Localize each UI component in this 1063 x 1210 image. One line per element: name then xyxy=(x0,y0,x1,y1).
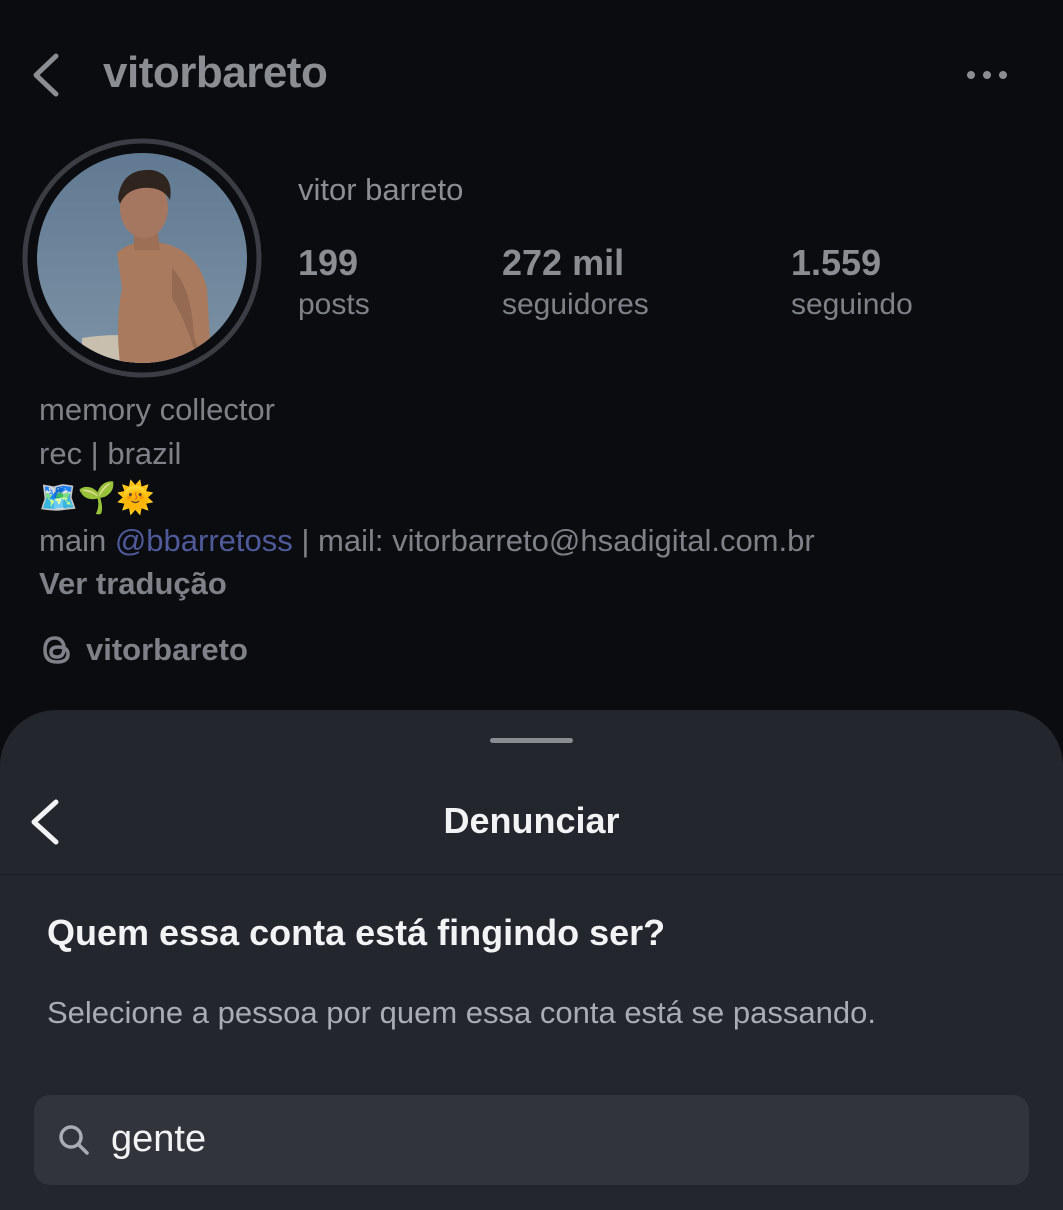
bio-line-1: memory collector xyxy=(39,392,275,427)
mention-link[interactable]: @bbarretoss xyxy=(115,523,293,558)
see-translation-link[interactable]: Ver tradução xyxy=(39,566,227,602)
sheet-divider xyxy=(0,874,1063,875)
sheet-title: Denunciar xyxy=(443,800,620,841)
bio-mail: | mail: vitorbarreto@hsadigital.com.br xyxy=(292,523,815,558)
posts-label[interactable]: posts xyxy=(298,288,370,322)
search-icon xyxy=(56,1122,92,1158)
profile-avatar[interactable] xyxy=(22,138,262,378)
threads-icon xyxy=(43,636,70,664)
more-options-button[interactable] xyxy=(962,60,1012,90)
report-question-heading: Quem essa conta está fingindo ser? xyxy=(47,912,666,953)
bio-contact-line: main @bbarretoss | mail: vitorbarreto@hs… xyxy=(39,523,815,559)
bio-emojis: 🗺️🌱🌞 xyxy=(39,480,155,515)
following-label[interactable]: seguindo xyxy=(791,288,913,322)
threads-link[interactable]: vitorbareto xyxy=(40,630,248,670)
search-input-value[interactable]: gente xyxy=(111,1118,206,1161)
following-count[interactable]: 1.559 xyxy=(791,242,881,284)
posts-count[interactable]: 199 xyxy=(298,242,358,284)
chevron-left-icon xyxy=(33,53,59,97)
threads-handle: vitorbareto xyxy=(86,632,248,667)
followers-label[interactable]: seguidores xyxy=(502,288,649,322)
followers-count[interactable]: 272 mil xyxy=(502,242,624,284)
bio-line-2: rec | brazil xyxy=(39,436,182,471)
report-question-subtitle: Selecione a pessoa por quem essa conta e… xyxy=(47,995,876,1030)
profile-username-title: vitorbareto xyxy=(103,48,328,97)
bio-main-prefix: main xyxy=(39,523,115,558)
display-name: vitor barreto xyxy=(298,172,464,207)
sheet-grabber-handle[interactable] xyxy=(490,738,573,743)
more-horizontal-icon xyxy=(967,71,1007,79)
back-button[interactable] xyxy=(28,50,68,100)
